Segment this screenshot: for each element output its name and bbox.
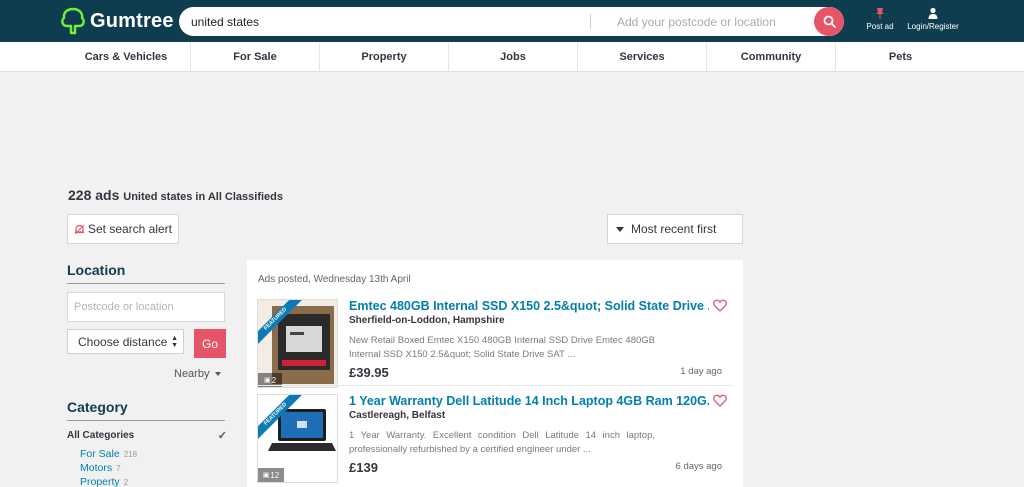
listing-item[interactable]: FEATURED ▣ 2 Emtec 480GB Internal SSD X15…: [257, 299, 733, 391]
post-ad-label: Post ad: [866, 22, 894, 31]
subcategory-motors[interactable]: Motors 7: [80, 462, 121, 474]
login-register-button[interactable]: Login/Register: [904, 7, 962, 31]
nav-community[interactable]: Community: [707, 42, 836, 72]
listing-location: Sherfield-on-Loddon, Hampshire: [349, 315, 505, 326]
nav-for-sale[interactable]: For Sale: [191, 42, 320, 72]
login-label: Login/Register: [907, 22, 959, 31]
subcategory-property[interactable]: Property 2: [80, 476, 128, 487]
search-divider: [590, 14, 591, 29]
category-nav: Cars & Vehicles For Sale Property Jobs S…: [0, 42, 1024, 72]
listing-divider: [257, 385, 733, 386]
listing-age: 1 day ago: [680, 366, 722, 377]
category-divider: [67, 420, 225, 421]
nav-property[interactable]: Property: [320, 42, 449, 72]
logo-text: Gumtree: [90, 9, 174, 32]
nav-pets[interactable]: Pets: [836, 42, 965, 72]
search-icon: [823, 15, 836, 28]
subcategory-label: Property: [80, 476, 120, 487]
distance-select[interactable]: Choose distance ▲ ▼: [67, 329, 184, 354]
results-summary: United states in All Classifieds: [123, 191, 284, 203]
pin-icon: [876, 8, 884, 19]
dropdown-arrow-icon: [616, 226, 624, 232]
listing-location: Castlereagh, Belfast: [349, 410, 446, 421]
nearby-toggle[interactable]: Nearby: [174, 368, 222, 380]
listing-description: 1 Year Warranty. Excellent condition Del…: [349, 430, 655, 455]
photo-count: ▣ 12: [258, 468, 284, 482]
search-button[interactable]: [814, 7, 844, 36]
set-search-alert-button[interactable]: Set search alert: [67, 214, 179, 244]
listing-thumbnail[interactable]: FEATURED ▣ 2: [257, 299, 338, 388]
location-search-input[interactable]: [617, 7, 807, 36]
nearby-label: Nearby: [174, 368, 210, 380]
nav-services[interactable]: Services: [578, 42, 707, 72]
subcategory-label: Motors: [80, 462, 113, 474]
sort-dropdown[interactable]: Most recent first: [607, 214, 743, 244]
go-button[interactable]: Go: [194, 329, 226, 358]
chevron-down-icon: [215, 372, 222, 377]
alert-label: Set search alert: [87, 222, 173, 236]
photo-count-value: 12: [270, 470, 280, 480]
all-categories-label: All Categories: [67, 430, 135, 441]
subcategory-count: 7: [116, 464, 121, 473]
nav-jobs[interactable]: Jobs: [449, 42, 578, 72]
alert-bell-icon: [74, 224, 85, 234]
sort-label: Most recent first: [631, 222, 717, 236]
subcategory-label: For Sale: [80, 448, 120, 460]
subcategory-count: 218: [123, 450, 138, 459]
listing-description: New Retail Boxed Emtec X150 480GB Intern…: [349, 335, 655, 360]
location-heading: Location: [67, 262, 126, 278]
camera-icon: ▣: [262, 472, 270, 479]
listings-panel: Ads posted, Wednesday 13th April FEATURE…: [247, 260, 743, 487]
category-heading: Category: [67, 399, 128, 415]
location-divider: [67, 283, 225, 284]
location-input[interactable]: [67, 292, 225, 322]
check-icon: ✓: [217, 430, 227, 442]
gumtree-logo[interactable]: Gumtree: [60, 7, 174, 35]
photo-count-value: 2: [271, 375, 277, 385]
listing-item[interactable]: FEATURED ▣ 12 1 Year Warranty Dell Latitu…: [257, 394, 733, 486]
listing-price: £139: [349, 460, 378, 475]
top-header: Gumtree Post ad Login/Register: [0, 0, 1024, 42]
nav-cars-vehicles[interactable]: Cars & Vehicles: [62, 42, 191, 72]
listing-title[interactable]: Emtec 480GB Internal SSD X150 2.5&quot; …: [349, 299, 709, 313]
subcategory-for-sale[interactable]: For Sale 218: [80, 448, 137, 460]
subcategory-count: 2: [123, 478, 129, 487]
listing-price: £39.95: [349, 365, 389, 380]
camera-icon: ▣: [263, 377, 271, 384]
listing-title[interactable]: 1 Year Warranty Dell Latitude 14 Inch La…: [349, 394, 709, 408]
post-ad-button[interactable]: Post ad: [865, 7, 895, 31]
search-input[interactable]: [191, 7, 581, 36]
tree-logo-icon: [61, 7, 85, 35]
listing-age: 6 days ago: [675, 461, 722, 472]
search-bar: [179, 7, 844, 36]
listing-thumbnail[interactable]: FEATURED ▣ 12: [257, 394, 338, 483]
date-header: Ads posted, Wednesday 13th April: [258, 274, 411, 285]
user-icon: [928, 7, 938, 19]
favourite-heart-icon[interactable]: [713, 299, 727, 317]
all-categories-item[interactable]: All Categories ✓: [67, 430, 227, 442]
ads-count: 228 ads: [68, 187, 120, 203]
distance-label: Choose distance: [78, 334, 168, 349]
select-arrows-icon: ▲ ▼: [171, 335, 178, 349]
results-count: 228 ads United states in All Classifieds: [68, 187, 283, 203]
favourite-heart-icon[interactable]: [713, 394, 727, 412]
